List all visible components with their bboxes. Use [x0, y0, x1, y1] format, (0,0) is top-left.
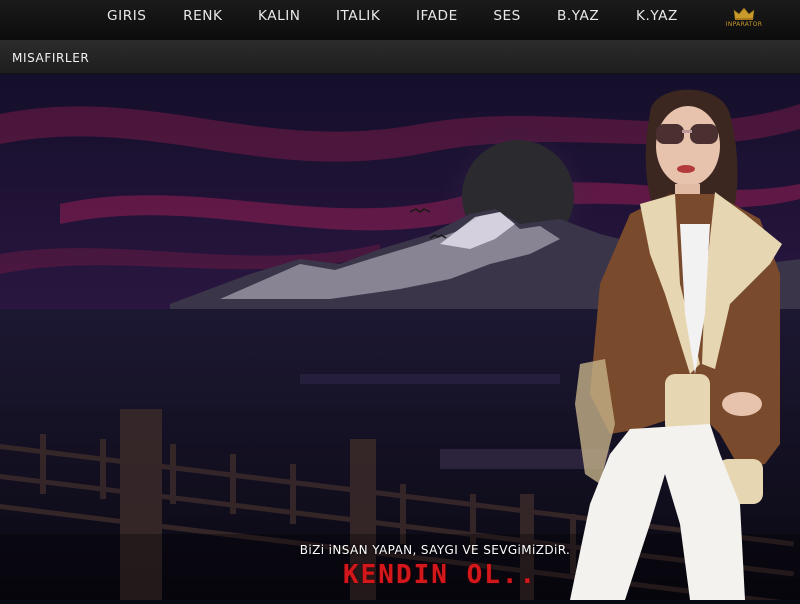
nav-item-k-yaz[interactable]: K.YAZ	[636, 9, 678, 27]
nav-item-ses[interactable]: SES	[493, 9, 521, 27]
nav-item-giris[interactable]: GIRIS	[107, 9, 146, 27]
crown-icon	[733, 7, 755, 20]
slogan-text: KENDIN OL..	[343, 560, 538, 590]
tagline-text: BiZi iNSAN YAPAN, SAYGI VE SEVGiMiZDiR.	[299, 543, 571, 557]
woman-photo	[570, 74, 800, 600]
main-menu: GIRIS RENK KALIN ITALIK IFADE SES B.YAZ …	[0, 0, 800, 36]
room-bar: MISAFIRLER	[0, 41, 800, 74]
nav-item-kalin[interactable]: KALIN	[258, 9, 301, 27]
brand-logo[interactable]: INPARATOR	[720, 7, 768, 33]
nav-item-ifade[interactable]: IFADE	[416, 9, 458, 27]
room-title-misafirler[interactable]: MISAFIRLER	[12, 51, 89, 65]
nav-item-italik[interactable]: ITALIK	[336, 9, 380, 27]
logo-text: INPARATOR	[725, 21, 763, 28]
top-nav-bar: GIRIS RENK KALIN ITALIK IFADE SES B.YAZ …	[0, 0, 800, 41]
nav-item-b-yaz[interactable]: B.YAZ	[557, 9, 599, 27]
nav-item-renk[interactable]: RENK	[183, 9, 222, 27]
